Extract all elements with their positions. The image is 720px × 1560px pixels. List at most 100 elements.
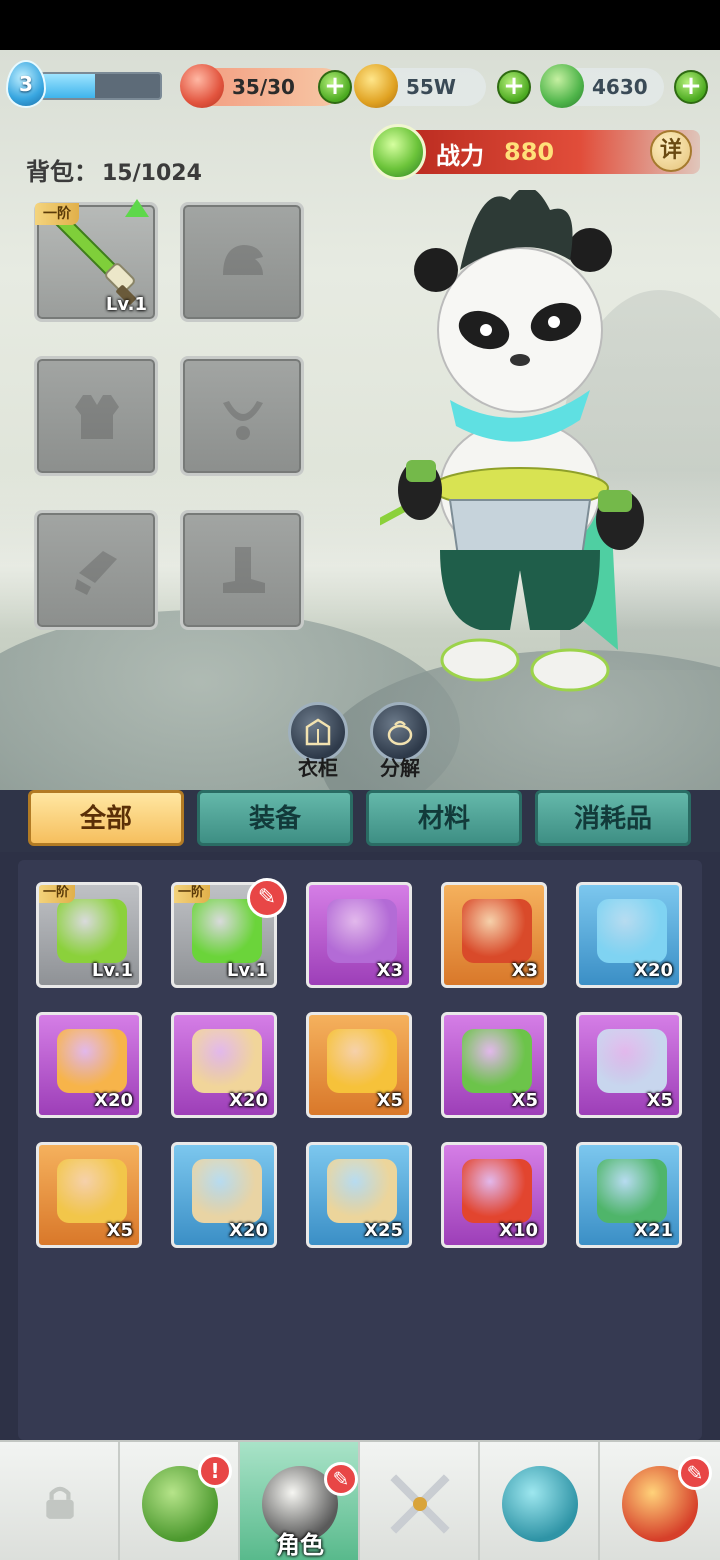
inventory-item[interactable]: 一阶 Lv.1	[36, 882, 142, 988]
edit-badge: ✎	[324, 1462, 358, 1496]
bag-capacity: 背包： 15/1024	[26, 152, 202, 187]
inventory-item[interactable]: X20	[36, 1012, 142, 1118]
tab-materials[interactable]: 材料	[366, 790, 522, 846]
bag-label: 背包：	[26, 158, 98, 186]
inventory-item[interactable]: X5	[306, 1012, 412, 1118]
item-quantity: X20	[229, 1220, 268, 1241]
inventory-item[interactable]: X5	[441, 1012, 547, 1118]
bag-count: 15/1024	[102, 161, 202, 186]
equip-slot-helmet[interactable]	[180, 202, 304, 322]
item-quantity: X5	[511, 1090, 538, 1111]
gold-counter: 55W	[354, 64, 486, 108]
inventory-item[interactable]: X20	[171, 1012, 277, 1118]
item-quantity: X3	[511, 960, 538, 981]
nav-gourd[interactable]	[480, 1442, 600, 1560]
coin-icon	[354, 64, 398, 108]
item-quantity: X3	[376, 960, 403, 981]
treasure-chest-icon	[462, 899, 532, 963]
wardrobe-label: 衣柜	[298, 756, 338, 780]
equip-slot-bracer[interactable]	[34, 510, 158, 630]
golden-key-icon	[57, 1159, 127, 1223]
red-talisman-icon	[462, 1159, 532, 1223]
jade-pendant-icon	[462, 1029, 532, 1093]
tier-label: 一阶	[39, 885, 76, 903]
inventory-item[interactable]: X3	[441, 882, 547, 988]
jade-counter: 4630	[540, 64, 664, 108]
power-label: 战力	[436, 142, 484, 170]
item-quantity: Lv.1	[91, 960, 133, 981]
inventory-item[interactable]: X5	[576, 1012, 682, 1118]
add-jade-button[interactable]: +	[674, 70, 708, 104]
bow-icon	[57, 899, 127, 963]
nav-frog[interactable]: !	[120, 1442, 240, 1560]
blue-lotus-icon	[597, 899, 667, 963]
status-bar	[0, 0, 720, 50]
gold-value: 55W	[406, 75, 456, 99]
new-item-badge: ✎	[247, 878, 287, 918]
panda-character	[380, 190, 644, 692]
upgrade-arrow-icon	[125, 199, 149, 217]
inventory-item[interactable]: X5	[36, 1142, 142, 1248]
game-screen: 3 35/30 + 55W + 4630 + 背包： 15/1024 战力 880…	[0, 0, 720, 1560]
wardrobe-icon	[305, 718, 331, 746]
bracer-icon	[75, 551, 117, 595]
inventory-item[interactable]: X20	[171, 1142, 277, 1248]
item-quantity: X20	[94, 1090, 133, 1111]
gift-bag-icon	[327, 899, 397, 963]
cauldron-icon	[387, 720, 413, 746]
nav-crest[interactable]: ✎	[600, 1442, 720, 1560]
crossed-swords-icon	[389, 1473, 451, 1535]
tier-label: 一阶	[35, 203, 79, 225]
level-badge[interactable]: 3	[6, 60, 46, 108]
item-quantity: X25	[364, 1220, 403, 1241]
blue-scroll-icon	[192, 1159, 262, 1223]
item-quantity: X20	[634, 960, 673, 981]
inventory-item[interactable]: X25	[306, 1142, 412, 1248]
tier-label: 一阶	[174, 885, 211, 903]
gold-ore-icon	[327, 1029, 397, 1093]
boots-icon	[223, 547, 265, 593]
helmet-icon	[223, 245, 263, 275]
power-detail-button[interactable]: 详	[650, 130, 692, 172]
jade-value: 4630	[592, 75, 648, 99]
inventory-item[interactable]: X21	[576, 1142, 682, 1248]
tab-all[interactable]: 全部	[28, 790, 184, 846]
item-quantity: X5	[106, 1220, 133, 1241]
tab-equipment[interactable]: 装备	[197, 790, 353, 846]
item-quantity: X5	[646, 1090, 673, 1111]
inventory-item[interactable]: X10	[441, 1142, 547, 1248]
combat-power-banner: 战力 880 详	[370, 124, 700, 180]
xp-bar	[40, 72, 162, 100]
add-gold-button[interactable]: +	[497, 70, 531, 104]
golden-lotus-icon	[57, 1029, 127, 1093]
peach-icon	[180, 64, 224, 108]
add-stamina-button[interactable]: +	[318, 70, 352, 104]
nav-battle[interactable]	[360, 1442, 480, 1560]
gourd-icon	[502, 1466, 578, 1542]
stamina-value: 35/30	[232, 75, 295, 99]
resource-bar: 3 35/30 + 55W + 4630 +	[0, 56, 720, 118]
alert-badge: !	[198, 1454, 232, 1488]
equip-level: Lv.1	[105, 294, 147, 315]
power-gem-icon	[370, 124, 426, 180]
herb-bundle-icon	[597, 1159, 667, 1223]
edit-badge: ✎	[678, 1456, 712, 1490]
item-quantity: X10	[499, 1220, 538, 1241]
nav-locked[interactable]	[0, 1442, 120, 1560]
bottom-navigation: ! ✎ 角色 ✎	[0, 1440, 720, 1560]
power-value: 880	[504, 138, 555, 166]
scroll-icon	[192, 1029, 262, 1093]
inventory-item[interactable]: X3	[306, 882, 412, 988]
nav-character[interactable]: ✎ 角色	[240, 1442, 360, 1560]
armor-icon	[75, 395, 119, 439]
jade-dragon-icon	[540, 64, 584, 108]
equip-slot-necklace[interactable]	[180, 356, 304, 476]
lock-icon	[46, 1486, 74, 1519]
inventory-item[interactable]: X20	[576, 882, 682, 988]
equip-slot-boots[interactable]	[180, 510, 304, 630]
equip-slot-armor[interactable]	[34, 356, 158, 476]
equip-slot-weapon[interactable]: 一阶 Lv.1	[34, 199, 158, 322]
necklace-icon	[223, 401, 263, 440]
tab-consumables[interactable]: 消耗品	[535, 790, 691, 846]
nav-character-label: 角色	[276, 1531, 324, 1559]
